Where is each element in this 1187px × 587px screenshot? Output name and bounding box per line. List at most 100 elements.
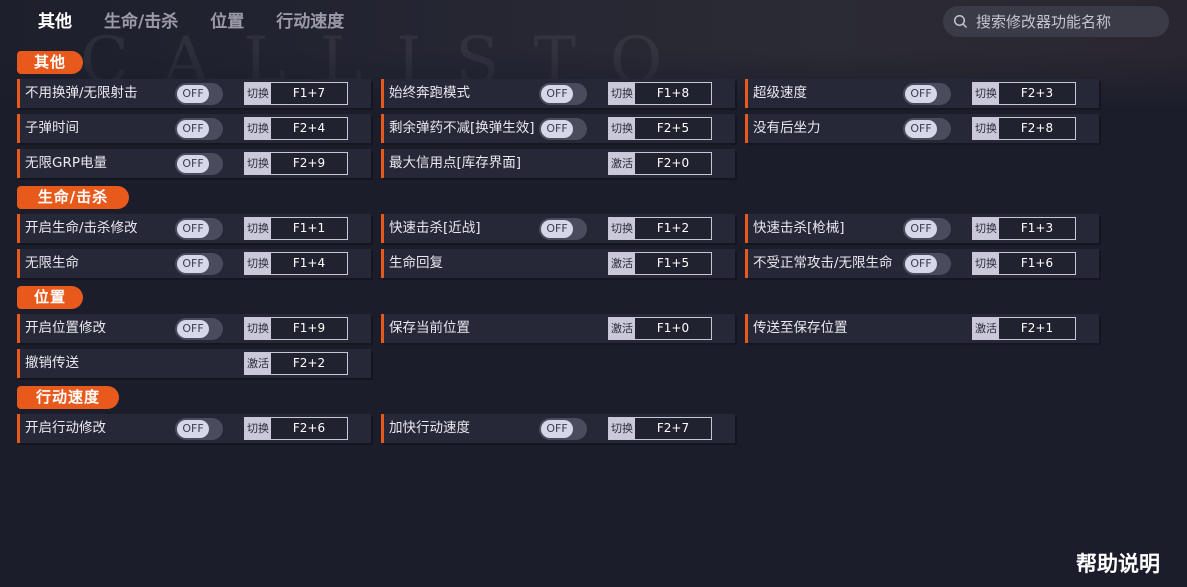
hotkey-type-label: 切换: [609, 118, 635, 139]
feature-toggle[interactable]: OFF: [903, 253, 951, 275]
search-icon: [953, 14, 968, 29]
hotkey-type-label: 切换: [973, 118, 999, 139]
hotkey-box[interactable]: 切换 F2+7: [608, 417, 712, 440]
hotkey-box[interactable]: 激活 F2+2: [244, 352, 348, 375]
feature-row: 快速击杀[近战] OFF 切换 F1+2: [381, 214, 735, 243]
hotkey-box[interactable]: 切换 F1+8: [608, 82, 712, 105]
hotkey-box[interactable]: 切换 F1+1: [244, 217, 348, 240]
feature-row: 无限生命 OFF 切换 F1+4: [17, 249, 371, 278]
feature-label: 无限生命: [25, 255, 79, 271]
hotkey-box[interactable]: 激活 F2+0: [608, 152, 712, 175]
feature-toggle[interactable]: OFF: [175, 218, 223, 240]
feature-toggle[interactable]: OFF: [903, 218, 951, 240]
hotkey-type-label: 激活: [245, 353, 271, 374]
hotkey-box[interactable]: 切换 F2+3: [972, 82, 1076, 105]
hotkey-box[interactable]: 激活 F1+5: [608, 252, 712, 275]
feature-toggle[interactable]: OFF: [175, 153, 223, 175]
hotkey-box[interactable]: 切换 F2+6: [244, 417, 348, 440]
feature-toggle[interactable]: OFF: [175, 253, 223, 275]
feature-label: 超级速度: [753, 85, 807, 101]
feature-label: 传送至保存位置: [753, 320, 848, 336]
feature-toggle[interactable]: OFF: [539, 118, 587, 140]
feature-label: 开启位置修改: [25, 320, 106, 336]
hotkey-key: F1+1: [292, 221, 326, 235]
feature-label: 不用换弹/无限射击: [25, 85, 138, 101]
section-title: 生命/击杀: [17, 186, 129, 209]
feature-label: 剩余弹药不减[换弹生效]: [389, 120, 535, 136]
hotkey-key: F1+7: [292, 86, 326, 100]
feature-toggle[interactable]: OFF: [175, 83, 223, 105]
hotkey-key: F1+3: [1020, 221, 1054, 235]
feature-row: 撤销传送 激活 F2+2: [17, 349, 371, 378]
search-input[interactable]: [976, 12, 1156, 31]
feature-label: 开启行动修改: [25, 420, 106, 436]
hotkey-box[interactable]: 切换 F2+5: [608, 117, 712, 140]
toggle-state: OFF: [177, 85, 209, 103]
feature-toggle[interactable]: OFF: [539, 418, 587, 440]
feature-toggle[interactable]: OFF: [903, 118, 951, 140]
hotkey-box[interactable]: 激活 F1+0: [608, 317, 712, 340]
feature-row: 不受正常攻击/无限生命 OFF 切换 F1+6: [745, 249, 1099, 278]
hotkey-type-label: 切换: [609, 83, 635, 104]
hotkey-type-label: 激活: [609, 318, 635, 339]
feature-label: 保存当前位置: [389, 320, 470, 336]
toggle-state: OFF: [541, 420, 573, 438]
toggle-state: OFF: [177, 320, 209, 338]
hotkey-box[interactable]: 切换 F1+9: [244, 317, 348, 340]
search-box[interactable]: [943, 6, 1169, 37]
feature-label: 开启生命/击杀修改: [25, 220, 138, 236]
hotkey-box[interactable]: 切换 F1+6: [972, 252, 1076, 275]
hotkey-key: F1+9: [292, 321, 326, 335]
hotkey-type-label: 切换: [973, 83, 999, 104]
tab-action-speed[interactable]: 行动速度: [260, 0, 360, 44]
hotkey-box[interactable]: 切换 F2+4: [244, 117, 348, 140]
toggle-state: OFF: [905, 220, 937, 238]
feature-row: 加快行动速度 OFF 切换 F2+7: [381, 414, 735, 443]
hotkey-box[interactable]: 切换 F1+2: [608, 217, 712, 240]
toggle-state: OFF: [177, 220, 209, 238]
toggle-state: OFF: [905, 120, 937, 138]
tab-position[interactable]: 位置: [194, 0, 260, 44]
feature-label: 加快行动速度: [389, 420, 470, 436]
hotkey-box[interactable]: 激活 F2+1: [972, 317, 1076, 340]
hotkey-key: F1+0: [656, 321, 690, 335]
hotkey-box[interactable]: 切换 F1+7: [244, 82, 348, 105]
toggle-state: OFF: [541, 220, 573, 238]
feature-toggle[interactable]: OFF: [539, 83, 587, 105]
feature-row: 快速击杀[枪械] OFF 切换 F1+3: [745, 214, 1099, 243]
feature-row: 开启生命/击杀修改 OFF 切换 F1+1: [17, 214, 371, 243]
feature-toggle[interactable]: OFF: [539, 218, 587, 240]
feature-row: 超级速度 OFF 切换 F2+3: [745, 79, 1099, 108]
hotkey-key: F2+2: [292, 356, 326, 370]
hotkey-box[interactable]: 切换 F2+9: [244, 152, 348, 175]
hotkey-type-label: 激活: [609, 253, 635, 274]
toggle-state: OFF: [905, 85, 937, 103]
hotkey-type-label: 切换: [245, 318, 271, 339]
feature-toggle[interactable]: OFF: [175, 318, 223, 340]
feature-toggle[interactable]: OFF: [175, 118, 223, 140]
hotkey-key: F1+6: [1020, 256, 1054, 270]
hotkey-type-label: 激活: [609, 153, 635, 174]
feature-row: 开启位置修改 OFF 切换 F1+9: [17, 314, 371, 343]
hotkey-key: F2+0: [656, 156, 690, 170]
feature-toggle[interactable]: OFF: [175, 418, 223, 440]
hotkey-key: F1+4: [292, 256, 326, 270]
hotkey-key: F2+3: [1020, 86, 1054, 100]
tab-health-kill[interactable]: 生命/击杀: [88, 0, 194, 44]
hotkey-box[interactable]: 切换 F1+3: [972, 217, 1076, 240]
feature-row: 保存当前位置 激活 F1+0: [381, 314, 735, 343]
feature-label: 生命回复: [389, 255, 443, 271]
hotkey-key: F2+6: [292, 421, 326, 435]
help-button[interactable]: 帮助说明: [1076, 548, 1160, 578]
hotkey-box[interactable]: 切换 F2+8: [972, 117, 1076, 140]
hotkey-type-label: 切换: [245, 253, 271, 274]
feature-toggle[interactable]: OFF: [903, 83, 951, 105]
feature-label: 无限GRP电量: [25, 155, 107, 171]
hotkey-box[interactable]: 切换 F1+4: [244, 252, 348, 275]
feature-label: 子弹时间: [25, 120, 79, 136]
top-nav: 其他 生命/击杀 位置 行动速度: [22, 0, 360, 44]
hotkey-type-label: 切换: [245, 83, 271, 104]
toggle-state: OFF: [177, 155, 209, 173]
section-title: 行动速度: [17, 386, 119, 409]
tab-other[interactable]: 其他: [22, 0, 88, 44]
